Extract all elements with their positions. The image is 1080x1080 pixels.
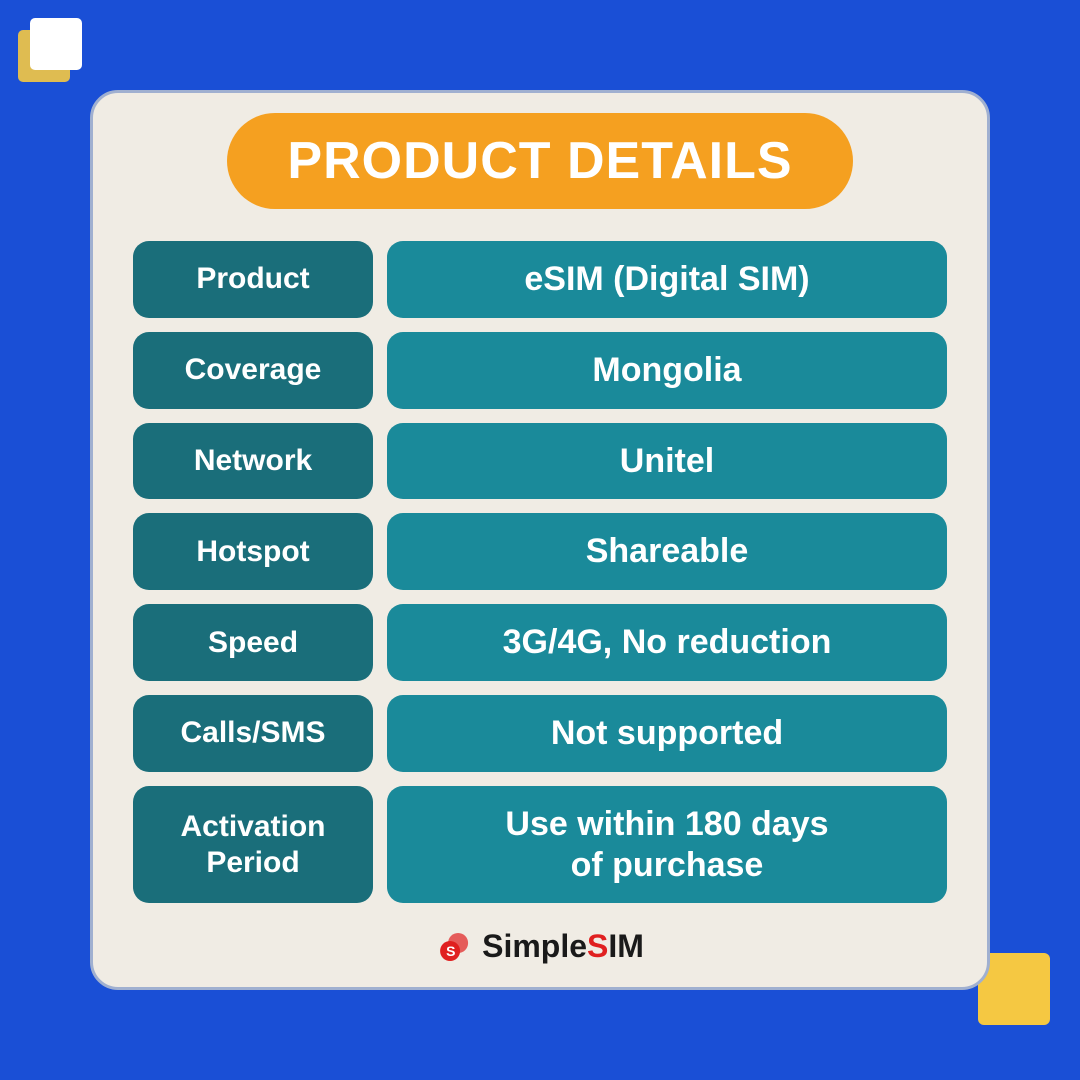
table-row: Activation Period Use within 180 days of … [133, 786, 947, 904]
value-text-5: Not supported [551, 713, 783, 754]
value-text-2: Unitel [620, 441, 714, 482]
value-text-6: Use within 180 days of purchase [505, 804, 828, 886]
value-cell-4: 3G/4G, No reduction [387, 604, 947, 681]
table-row: Product eSIM (Digital SIM) [133, 241, 947, 318]
label-cell-3: Hotspot [133, 513, 373, 590]
value-cell-2: Unitel [387, 423, 947, 500]
label-text-5: Calls/SMS [180, 715, 325, 751]
label-cell-4: Speed [133, 604, 373, 681]
brand-name: SimpleSIM [482, 928, 644, 965]
value-cell-6: Use within 180 days of purchase [387, 786, 947, 904]
label-text-0: Product [196, 261, 309, 297]
value-cell-5: Not supported [387, 695, 947, 772]
value-text-1: Mongolia [592, 350, 741, 391]
footer: S SimpleSIM [436, 928, 644, 965]
title-badge: PRODUCT DETAILS [227, 113, 852, 209]
value-text-4: 3G/4G, No reduction [503, 622, 832, 663]
details-table: Product eSIM (Digital SIM) Coverage Mongoli… [133, 241, 947, 903]
label-cell-1: Coverage [133, 332, 373, 409]
label-text-1: Coverage [185, 352, 322, 388]
corner-decoration-top-left [18, 18, 90, 90]
table-row: Calls/SMS Not supported [133, 695, 947, 772]
product-details-card: PRODUCT DETAILS Product eSIM (Digital SIM… [90, 90, 990, 990]
brand-logo: S SimpleSIM [436, 928, 644, 965]
label-cell-0: Product [133, 241, 373, 318]
value-text-3: Shareable [586, 531, 749, 572]
label-text-6: Activation Period [180, 809, 325, 881]
table-row: Coverage Mongolia [133, 332, 947, 409]
label-cell-6: Activation Period [133, 786, 373, 904]
label-cell-5: Calls/SMS [133, 695, 373, 772]
value-cell-3: Shareable [387, 513, 947, 590]
value-text-0: eSIM (Digital SIM) [524, 259, 809, 300]
table-row: Speed 3G/4G, No reduction [133, 604, 947, 681]
value-cell-0: eSIM (Digital SIM) [387, 241, 947, 318]
table-row: Network Unitel [133, 423, 947, 500]
svg-text:S: S [446, 943, 455, 959]
label-cell-2: Network [133, 423, 373, 500]
label-text-4: Speed [208, 625, 298, 661]
table-row: Hotspot Shareable [133, 513, 947, 590]
simplesim-logo-icon: S [436, 929, 472, 965]
label-text-2: Network [194, 443, 312, 479]
value-cell-1: Mongolia [387, 332, 947, 409]
page-title: PRODUCT DETAILS [287, 131, 792, 191]
label-text-3: Hotspot [196, 534, 309, 570]
